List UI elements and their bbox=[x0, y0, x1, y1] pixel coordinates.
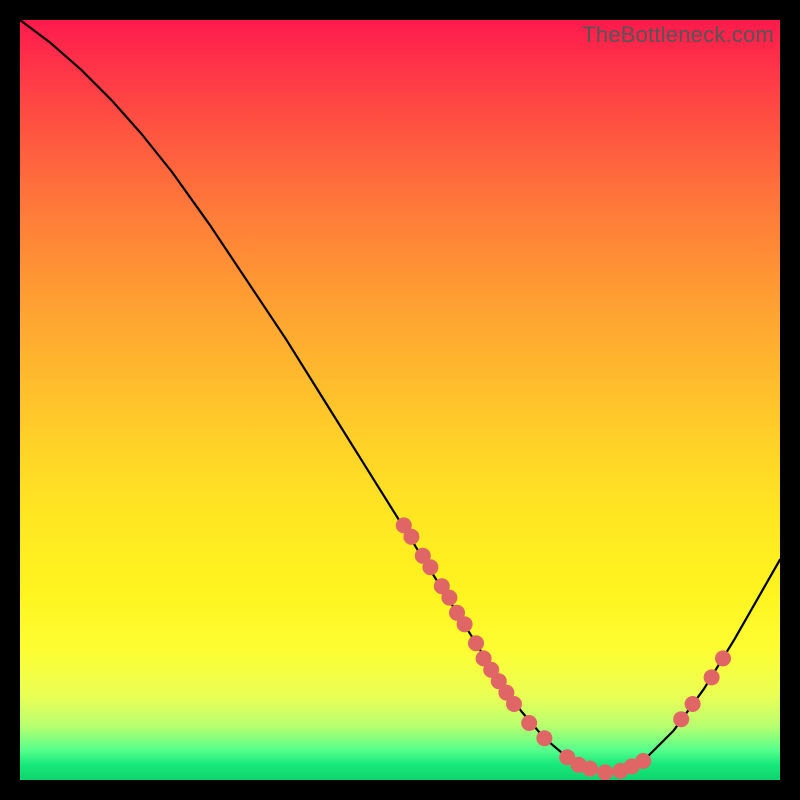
chart-area: TheBottleneck.com bbox=[20, 20, 780, 780]
data-marker bbox=[673, 711, 689, 727]
data-marker bbox=[715, 650, 731, 666]
data-marker bbox=[597, 764, 613, 780]
chart-svg bbox=[20, 20, 780, 780]
data-marker bbox=[536, 730, 552, 746]
data-marker bbox=[457, 616, 473, 632]
data-marker bbox=[441, 590, 457, 606]
data-marker bbox=[506, 696, 522, 712]
data-marker bbox=[635, 753, 651, 769]
data-marker bbox=[422, 559, 438, 575]
data-marker bbox=[685, 696, 701, 712]
data-marker bbox=[521, 715, 537, 731]
data-marker bbox=[704, 669, 720, 685]
data-marker bbox=[582, 761, 598, 777]
data-marker bbox=[468, 635, 484, 651]
data-marker bbox=[403, 529, 419, 545]
bottleneck-curve bbox=[20, 20, 780, 772]
